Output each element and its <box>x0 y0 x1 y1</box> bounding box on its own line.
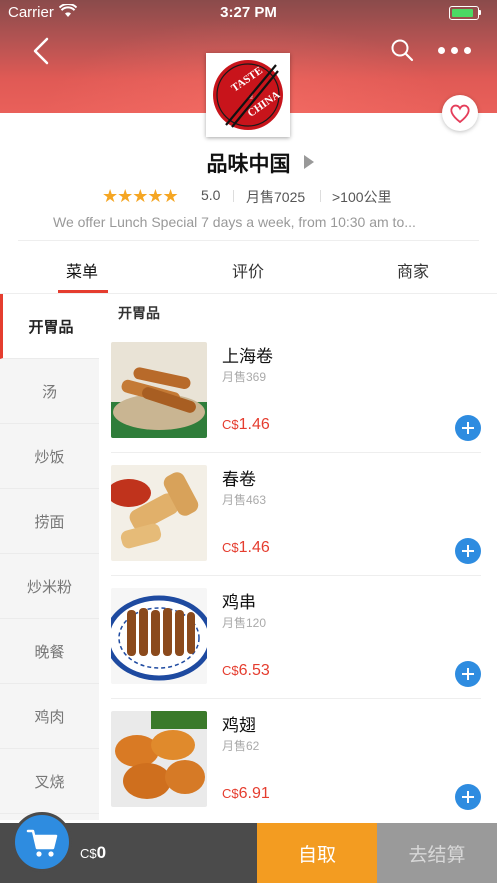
item-price: C$1.46 <box>222 539 270 557</box>
item-photo <box>111 711 207 807</box>
category-item[interactable]: 开胃品 <box>0 294 99 359</box>
cart-total-value: 0 <box>96 843 107 862</box>
favorite-button[interactable] <box>442 95 478 131</box>
category-item[interactable]: 捞面 <box>0 489 99 554</box>
cart-total: C$0 <box>80 843 106 863</box>
item-price-value: 6.53 <box>238 662 270 679</box>
item-price-currency: C$ <box>222 786 239 801</box>
item-photo <box>111 465 207 561</box>
category-item[interactable]: 晚餐 <box>0 619 99 684</box>
item-sales: 月售62 <box>222 739 260 753</box>
item-name: 春卷 <box>222 470 256 489</box>
search-button[interactable] <box>390 38 414 62</box>
cart-currency: C$ <box>80 846 97 861</box>
item-price: C$6.53 <box>222 662 270 680</box>
store-logo: TASTE of CHINA <box>206 53 290 137</box>
status-time: 3:27 PM <box>220 4 277 21</box>
item-price-currency: C$ <box>222 663 239 678</box>
add-to-cart-button[interactable] <box>455 784 481 810</box>
add-to-cart-button[interactable] <box>455 415 481 441</box>
pickup-button[interactable]: 自取 <box>257 823 377 883</box>
tab-bar: 菜单 评价 商家 <box>0 254 497 294</box>
item-sales: 月售120 <box>222 616 267 630</box>
item-sales: 月售369 <box>222 370 267 384</box>
taste-of-china-logo: TASTE of CHINA <box>213 60 283 130</box>
add-to-cart-button[interactable] <box>455 661 481 687</box>
distance: >100公里 <box>332 189 392 205</box>
divider <box>18 240 479 241</box>
item-price-value: 6.91 <box>238 785 270 802</box>
checkout-button[interactable]: 去结算 <box>377 823 497 883</box>
heart-icon <box>450 104 470 124</box>
back-button[interactable] <box>30 36 54 66</box>
status-bar: Carrier 3:27 PM <box>0 0 497 26</box>
tab-reviews[interactable]: 评价 <box>232 258 264 282</box>
stats-divider <box>320 190 321 202</box>
item-photo <box>111 588 207 684</box>
item-name: 上海卷 <box>222 347 273 366</box>
category-item[interactable]: 汤 <box>0 359 99 424</box>
monthly-sales: 月售7025 <box>246 189 306 205</box>
rating-value: 5.0 <box>201 187 221 203</box>
item-name: 鸡翅 <box>222 716 256 735</box>
stats-divider <box>233 190 234 202</box>
rating-stars-icon: ★★★★★ <box>102 186 179 206</box>
tab-merchant[interactable]: 商家 <box>397 258 429 282</box>
item-sales: 月售463 <box>222 493 267 507</box>
item-divider <box>111 575 481 576</box>
item-photo <box>111 342 207 438</box>
category-item[interactable]: 炒饭 <box>0 424 99 489</box>
category-item[interactable]: 鸡肉 <box>0 684 99 749</box>
item-price: C$6.91 <box>222 785 270 803</box>
more-button[interactable] <box>438 47 472 55</box>
shopping-cart-icon <box>26 829 58 857</box>
menu-item[interactable]: 春卷 月售463 C$1.46 <box>111 465 481 583</box>
item-price: C$1.46 <box>222 416 270 434</box>
store-stats: ★★★★★ 5.0 月售7025 >100公里 <box>0 186 497 206</box>
item-name: 鸡串 <box>222 593 256 612</box>
item-price-value: 1.46 <box>238 416 270 433</box>
category-sidebar: 开胃品 汤 炒饭 捞面 炒米粉 晚餐 鸡肉 叉烧 <box>0 294 99 820</box>
store-name[interactable]: 品味中国 <box>0 148 497 178</box>
menu-item[interactable]: 上海卷 月售369 C$1.46 <box>111 342 481 460</box>
battery-cap <box>479 10 481 15</box>
category-item[interactable]: 炒米粉 <box>0 554 99 619</box>
item-divider <box>111 698 481 699</box>
section-title: 开胃品 <box>118 305 160 321</box>
add-to-cart-button[interactable] <box>455 538 481 564</box>
item-divider <box>111 452 481 453</box>
store-announcement[interactable]: We offer Lunch Special 7 days a week, fr… <box>53 214 453 230</box>
category-item[interactable]: 叉烧 <box>0 749 99 814</box>
menu-item[interactable]: 鸡串 月售120 C$6.53 <box>111 588 481 706</box>
store-detail-arrow-icon[interactable] <box>304 155 314 169</box>
tab-menu[interactable]: 菜单 <box>66 258 98 282</box>
cart-button[interactable] <box>12 812 72 872</box>
menu-item[interactable]: 鸡翅 月售62 C$6.91 <box>111 711 481 829</box>
item-price-value: 1.46 <box>238 539 270 556</box>
item-price-currency: C$ <box>222 540 239 555</box>
battery-icon <box>449 6 479 20</box>
item-price-currency: C$ <box>222 417 239 432</box>
